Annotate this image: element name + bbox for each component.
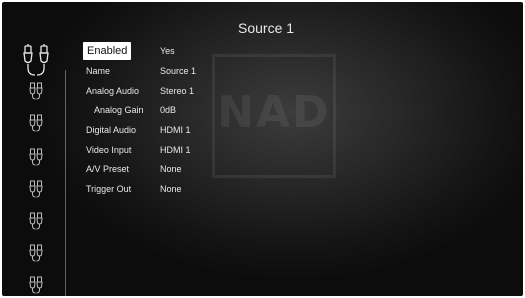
source-8-rca-icon[interactable]: [14, 276, 58, 296]
setting-label: Video Input: [86, 145, 132, 155]
setting-value: HDMI 1: [160, 125, 191, 135]
setting-value: 0dB: [160, 105, 177, 115]
setting-value: HDMI 1: [160, 145, 191, 155]
source-6-rca-icon[interactable]: [14, 212, 58, 238]
setting-label: Name: [86, 66, 111, 76]
brand-watermark: NAD: [212, 54, 336, 178]
source-7-rca-icon[interactable]: [14, 244, 58, 270]
setting-value: None: [160, 184, 182, 194]
setting-label: Enabled: [83, 42, 132, 60]
setting-label: Analog Audio: [86, 86, 140, 96]
source-2-rca-icon[interactable]: [14, 82, 58, 108]
setting-value: Stereo 1: [160, 86, 195, 96]
setting-value: None: [160, 164, 182, 174]
source-sidebar: [14, 38, 58, 296]
sidebar-divider: [65, 70, 66, 296]
brand-watermark-text: NAD: [217, 87, 331, 138]
setting-value: Yes: [160, 46, 175, 56]
source-4-rca-icon[interactable]: [14, 148, 58, 174]
setting-value: Source 1: [160, 66, 197, 76]
source-5-rca-icon[interactable]: [14, 180, 58, 206]
source-3-rca-icon[interactable]: [14, 114, 58, 140]
page-title: Source 1: [238, 20, 295, 36]
source-1-rca-icon[interactable]: [22, 44, 50, 80]
setting-label: Trigger Out: [86, 184, 132, 194]
setting-label: Digital Audio: [86, 125, 137, 135]
setting-label: Analog Gain: [94, 105, 144, 115]
source-setup-screen: NAD Source 1 Enabled Yes Name Source 1 A…: [2, 2, 523, 296]
setting-label: A/V Preset: [86, 164, 130, 174]
